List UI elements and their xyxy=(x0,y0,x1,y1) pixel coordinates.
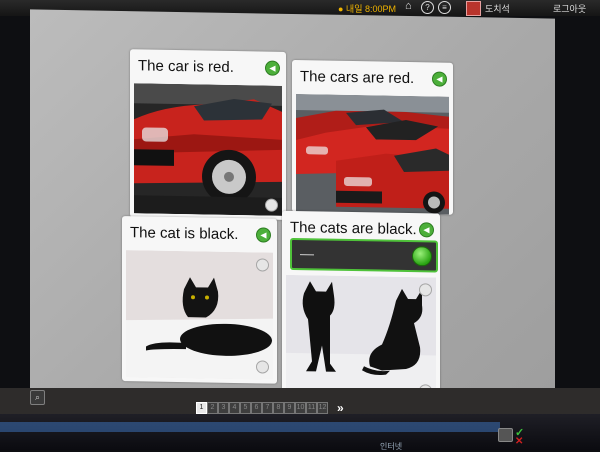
page-button[interactable]: 6 xyxy=(251,402,262,414)
black-cats-photo xyxy=(286,274,436,402)
card-info-icon[interactable] xyxy=(419,283,432,297)
footer-button[interactable] xyxy=(498,428,513,442)
taskbar-highlight xyxy=(0,422,500,432)
user-name[interactable]: 도치석 xyxy=(485,2,510,15)
answer-card-cats-black[interactable]: The cats are black. ◀ xyxy=(282,210,440,408)
red-car-photo xyxy=(134,83,282,216)
page-button[interactable]: 3 xyxy=(218,402,229,414)
lesson-panel: The car is red. ◀ The cars are red. ◀ Th… xyxy=(30,9,555,408)
text-cursor xyxy=(300,254,314,256)
schedule-link[interactable]: ● 내일 8:00PM xyxy=(338,2,396,15)
bottom-bar: ⌕ 1 2 3 4 5 6 7 8 9 10 11 12 » xyxy=(0,388,600,415)
logout-link[interactable]: 로그아웃 xyxy=(553,2,586,15)
next-page-button[interactable]: » xyxy=(337,401,344,415)
choice-card-car-red[interactable]: The car is red. ◀ xyxy=(130,49,286,220)
page-button[interactable]: 1 xyxy=(196,402,207,414)
submit-button[interactable] xyxy=(412,246,432,267)
page-button[interactable]: 12 xyxy=(317,402,328,414)
cross-icon: ✕ xyxy=(515,436,524,447)
page-button[interactable]: 2 xyxy=(207,402,218,414)
menu-icon[interactable]: ≡ xyxy=(438,1,451,14)
home-icon[interactable]: ⌂ xyxy=(405,0,412,12)
page-button[interactable]: 11 xyxy=(306,402,317,414)
taskbar-tray-label: 인터넷 xyxy=(380,442,403,451)
speaker-icon[interactable]: ◀ xyxy=(256,227,271,243)
card-caption: The car is red. xyxy=(138,57,234,76)
speaker-icon[interactable]: ◀ xyxy=(432,71,447,87)
page-button[interactable]: 4 xyxy=(229,402,240,414)
card-info-icon[interactable] xyxy=(256,258,269,272)
card-caption: The cats are black. xyxy=(290,218,417,239)
help-icon[interactable]: ? xyxy=(421,1,434,14)
page-button[interactable]: 7 xyxy=(262,402,273,414)
black-cat-photo xyxy=(126,250,273,380)
page-button[interactable]: 9 xyxy=(284,402,295,414)
choice-card-cat-black[interactable]: The cat is black. ◀ xyxy=(122,216,277,384)
answer-input[interactable] xyxy=(290,237,438,273)
card-info-icon[interactable] xyxy=(265,198,278,212)
speaker-icon[interactable]: ◀ xyxy=(265,60,280,76)
card-info-icon[interactable] xyxy=(256,360,269,374)
speaker-icon[interactable]: ◀ xyxy=(419,222,434,238)
choice-card-cars-red[interactable]: The cars are red. ◀ xyxy=(292,59,453,215)
red-cars-photo xyxy=(296,94,449,215)
page-button[interactable]: 10 xyxy=(295,402,306,414)
page-button[interactable]: 8 xyxy=(273,402,284,414)
card-caption: The cars are red. xyxy=(300,68,415,88)
magnifier-icon[interactable]: ⌕ xyxy=(30,390,45,405)
card-caption: The cat is black. xyxy=(130,224,239,244)
avatar[interactable] xyxy=(466,1,481,16)
page-button[interactable]: 5 xyxy=(240,402,251,414)
